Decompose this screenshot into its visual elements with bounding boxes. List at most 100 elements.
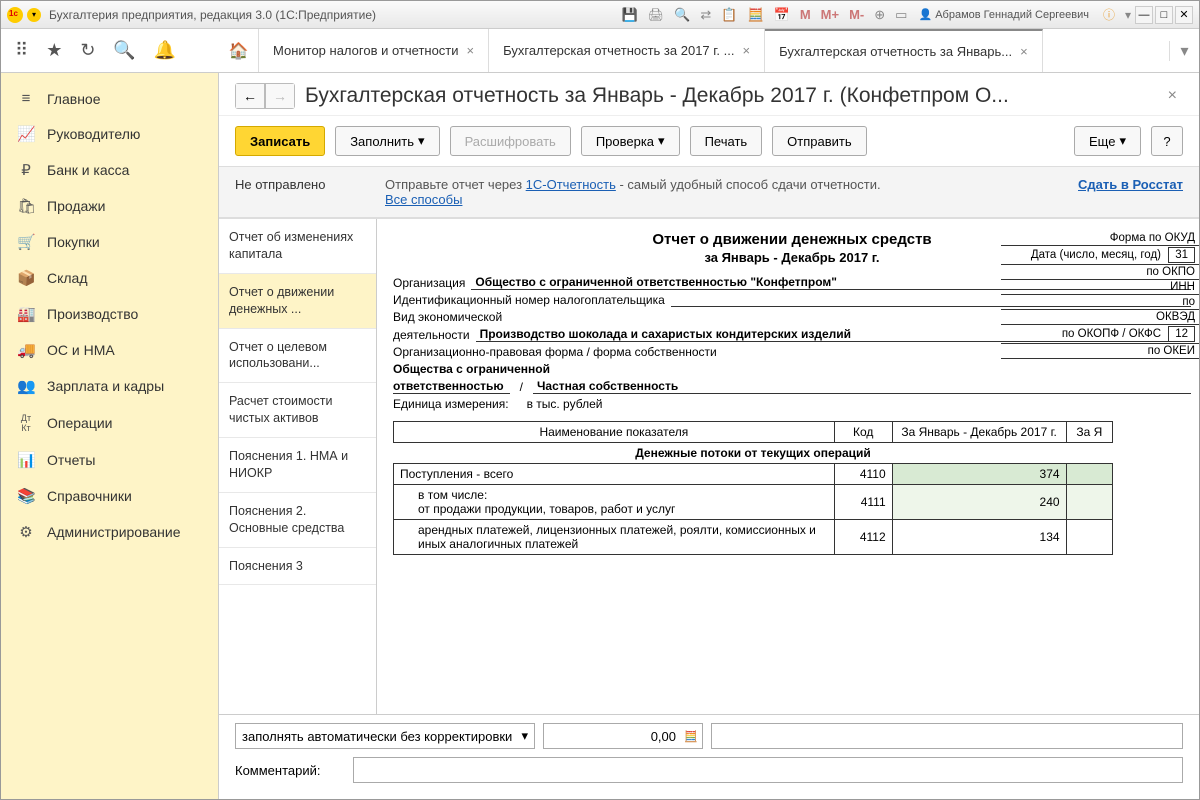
page-title: Бухгалтерская отчетность за Январь - Дек… — [305, 84, 1152, 108]
col-period: За Январь - Декабрь 2017 г. — [892, 422, 1066, 443]
calendar-icon[interactable]: 📅 — [771, 7, 793, 23]
tab-close-icon[interactable]: × — [742, 43, 750, 58]
app-title: Бухгалтерия предприятия, редакция 3.0 (1… — [49, 8, 376, 22]
tab-monitor[interactable]: Монитор налогов и отчетности× — [259, 29, 489, 72]
sidebar-item[interactable]: 👥Зарплата и кадры — [1, 368, 218, 404]
decode-button[interactable]: Расшифровать — [450, 126, 571, 156]
sidebar-item[interactable]: 📊Отчеты — [1, 442, 218, 478]
save-icon[interactable]: 💾 — [618, 7, 640, 23]
link-1c-report[interactable]: 1С-Отчетность — [526, 177, 616, 192]
bell-icon[interactable]: 🔔 — [154, 40, 176, 61]
compare-icon[interactable]: ⇄ — [697, 7, 714, 23]
report-nav-item[interactable]: Расчет стоимости чистых активов — [219, 383, 376, 438]
link-all-methods[interactable]: Все способы — [385, 192, 462, 207]
comment-field[interactable] — [353, 757, 1183, 783]
print-button[interactable]: Печать — [690, 126, 763, 156]
sidebar: ≡ Главное 📈Руководителю₽Банк и касса🛍Прода… — [1, 73, 219, 799]
more-button[interactable]: Еще ▾ — [1074, 126, 1141, 156]
preview-icon[interactable]: 🔍 — [671, 7, 693, 23]
m-plus-button[interactable]: M+ — [818, 7, 842, 22]
sidebar-icon: 🏭 — [17, 305, 35, 323]
history-icon[interactable]: ↻ — [80, 40, 95, 61]
sidebar-label: Главное — [47, 91, 101, 107]
sidebar-item[interactable]: Дт КтОперации — [1, 404, 218, 442]
sidebar-icon: 👥 — [17, 377, 35, 395]
m-minus-button[interactable]: M- — [846, 7, 867, 22]
report-nav-item[interactable]: Отчет о целевом использовани... — [219, 329, 376, 384]
col-code: Код — [834, 422, 892, 443]
sidebar-item[interactable]: ≡ Главное — [1, 81, 218, 116]
tab-close-icon[interactable]: × — [1020, 44, 1028, 59]
sidebar-icon: ₽ — [17, 161, 35, 179]
dropdown-icon[interactable]: ▾ — [1121, 8, 1135, 22]
sidebar-icon: ≡ — [17, 90, 35, 107]
report-nav-item[interactable]: Пояснения 3 — [219, 548, 376, 586]
minimize-button[interactable]: — — [1135, 6, 1153, 24]
sidebar-item[interactable]: 🚚 ОС и НМА — [1, 332, 218, 368]
table-row[interactable]: арендных платежей, лицензионных платежей… — [394, 520, 1113, 555]
sidebar-item[interactable]: ⚙Администрирование — [1, 514, 218, 550]
app-menu-dropdown[interactable]: ▾ — [27, 8, 41, 22]
close-button[interactable]: ✕ — [1175, 6, 1193, 24]
sidebar-item[interactable]: 🏭 Производство — [1, 296, 218, 332]
apps-icon[interactable]: ⠿ — [15, 40, 28, 61]
iconbar: ⠿ ★ ↻ 🔍 🔔 🏠 Монитор налогов и отчетности… — [1, 29, 1199, 73]
sidebar-item[interactable]: 📦Склад — [1, 260, 218, 296]
report-table: Наименование показателя Код За Январь - … — [393, 421, 1113, 555]
titlebar: ▾ Бухгалтерия предприятия, редакция 3.0 … — [1, 1, 1199, 29]
nav-back-button[interactable]: ← — [235, 83, 265, 109]
panel-icon[interactable]: ▭ — [892, 7, 910, 23]
more-tabs-button[interactable]: ▾ — [1169, 41, 1199, 61]
sidebar-item[interactable]: 📚Справочники — [1, 478, 218, 514]
sidebar-icon: Дт Кт — [17, 413, 35, 433]
chevron-down-icon: ▾ — [418, 133, 425, 149]
check-button[interactable]: Проверка ▾ — [581, 126, 680, 156]
home-tab[interactable]: 🏠 — [219, 29, 259, 72]
sidebar-icon: ⚙ — [17, 523, 35, 541]
nav-forward-button[interactable]: → — [265, 83, 295, 109]
star-icon[interactable]: ★ — [46, 40, 62, 61]
report-nav-item[interactable]: Отчет о движении денежных ... — [219, 274, 376, 329]
bottom-panel: заполнять автоматически без корректировк… — [219, 714, 1199, 799]
calculator-icon[interactable]: 🧮 — [684, 730, 698, 743]
help-button[interactable]: ? — [1151, 126, 1183, 156]
sidebar-label: ОС и НМА — [47, 342, 115, 358]
zoom-icon[interactable]: ⊕ — [871, 7, 888, 23]
sidebar-item[interactable]: 🛒Покупки — [1, 224, 218, 260]
info-icon[interactable]: ⓘ — [1097, 6, 1121, 23]
sidebar-label: Производство — [47, 306, 138, 322]
table-row[interactable]: Поступления - всего4110374 — [394, 464, 1113, 485]
report-nav-item[interactable]: Пояснения 2. Основные средства — [219, 493, 376, 548]
link-send-rosstat[interactable]: Сдать в Росстат — [1078, 177, 1183, 192]
maximize-button[interactable]: □ — [1155, 6, 1173, 24]
fill-mode-select[interactable]: заполнять автоматически без корректировк… — [235, 723, 535, 749]
fill-button[interactable]: Заполнить ▾ — [335, 126, 439, 156]
tab-report-2017[interactable]: Бухгалтерская отчетность за 2017 г. ...× — [489, 29, 765, 72]
extra-field[interactable] — [711, 723, 1183, 749]
sidebar-item[interactable]: 🛍Продажи — [1, 188, 218, 224]
m-button[interactable]: M — [797, 7, 814, 22]
sidebar-item[interactable]: ₽Банк и касса — [1, 152, 218, 188]
tab-close-icon[interactable]: × — [467, 43, 475, 58]
sidebar-item[interactable]: 📈Руководителю — [1, 116, 218, 152]
page-close-icon[interactable]: × — [1162, 87, 1183, 105]
report-nav-item[interactable]: Отчет об изменениях капитала — [219, 219, 376, 274]
status-message: Отправьте отчет через 1С-Отчетность - са… — [385, 177, 1058, 207]
tab-report-jan[interactable]: Бухгалтерская отчетность за Январь...× — [765, 29, 1043, 72]
number-field[interactable]: 0,00🧮 — [543, 723, 703, 749]
save-button[interactable]: Записать — [235, 126, 325, 156]
print-icon[interactable]: 🖨 — [645, 7, 668, 23]
chevron-down-icon: ▾ — [521, 728, 528, 744]
search-icon[interactable]: 🔍 — [113, 40, 135, 61]
report-nav-item[interactable]: Пояснения 1. НМА и НИОКР — [219, 438, 376, 493]
table-section: Денежные потоки от текущих операций — [394, 443, 1113, 464]
table-row[interactable]: в том числе:от продажи продукции, товаро… — [394, 485, 1113, 520]
col-next: За Я — [1066, 422, 1112, 443]
sidebar-label: Справочники — [47, 488, 132, 504]
copy-icon[interactable]: 📋 — [718, 7, 740, 23]
user-name[interactable]: 👤 Абрамов Геннадий Сергеевич — [918, 8, 1089, 21]
send-button[interactable]: Отправить — [772, 126, 866, 156]
sidebar-icon: 🚚 — [17, 341, 35, 359]
calc-icon[interactable]: 🧮 — [744, 7, 766, 23]
sidebar-label: Руководителю — [47, 126, 140, 142]
